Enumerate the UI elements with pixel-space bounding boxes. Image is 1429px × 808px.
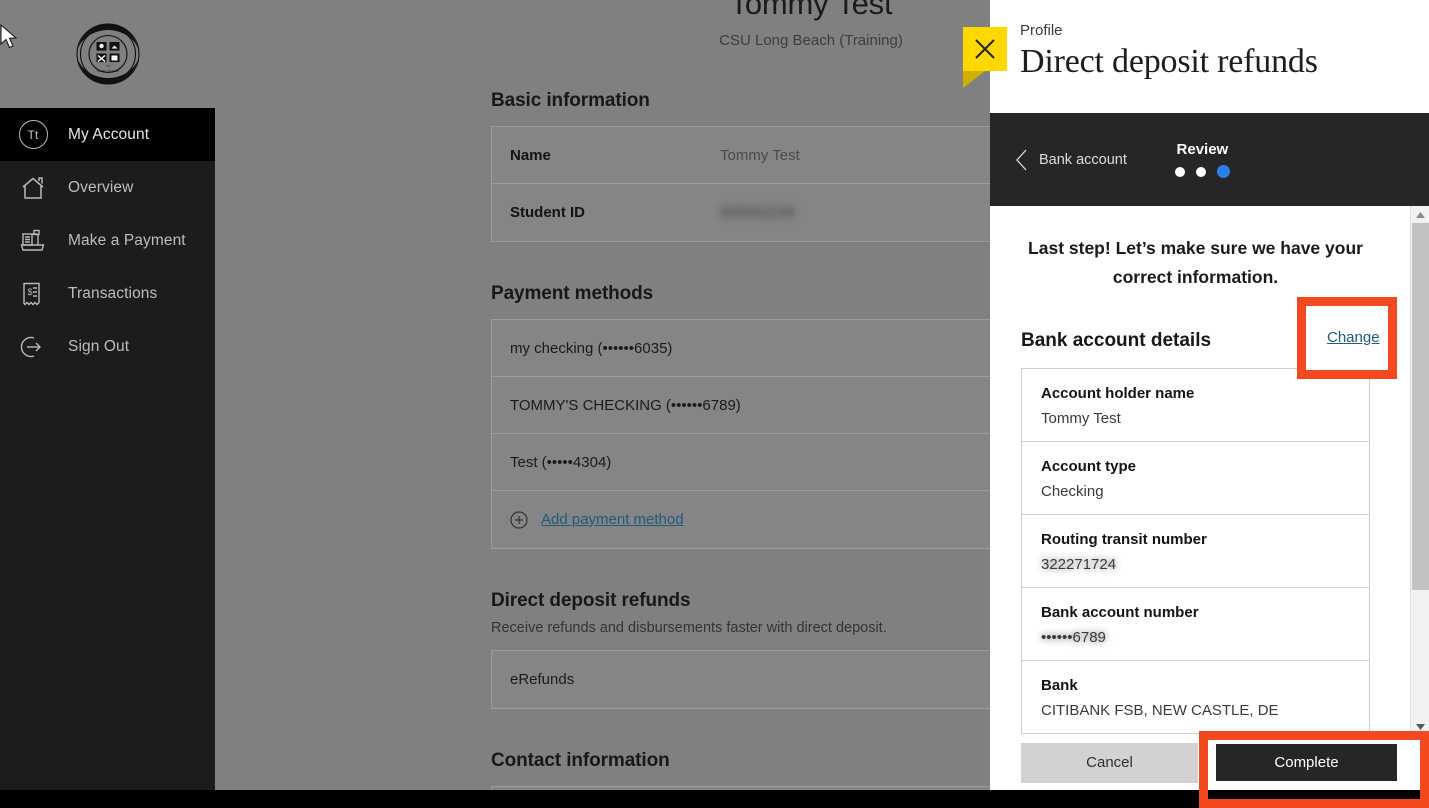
svg-text:LONG BEACH: LONG BEACH bbox=[97, 69, 119, 73]
detail-label: Bank bbox=[1041, 677, 1078, 695]
sidebar-item-label: Transactions bbox=[68, 284, 158, 302]
detail-label: Account type bbox=[1041, 458, 1137, 476]
payment-method-label: my checking (••••••6035) bbox=[510, 339, 673, 357]
step-dot-1[interactable] bbox=[1174, 166, 1185, 177]
row-label: Student ID bbox=[510, 204, 585, 221]
cancel-button[interactable]: Cancel bbox=[1021, 742, 1198, 783]
panel-scroll-area: Last step! Let’s make sure we have your … bbox=[990, 206, 1400, 735]
sidebar: LONG BEACH 1949 Tt My Account Overview M… bbox=[0, 0, 215, 790]
back-button-label: Bank account bbox=[1039, 151, 1127, 168]
row-value: 005562226 bbox=[720, 204, 796, 221]
detail-row-bank: Bank CITIBANK FSB, NEW CASTLE, DE bbox=[1022, 661, 1369, 733]
payment-method-label: Test (•••••4304) bbox=[510, 453, 612, 471]
back-to-bank-account-button[interactable]: Bank account bbox=[1015, 149, 1127, 171]
detail-value: CITIBANK FSB, NEW CASTLE, DE bbox=[1041, 702, 1279, 720]
detail-label: Routing transit number bbox=[1041, 531, 1207, 549]
university-logo: LONG BEACH 1949 bbox=[0, 0, 215, 108]
step-indicator: Review bbox=[1174, 140, 1230, 179]
detail-value: Tommy Test bbox=[1041, 410, 1121, 428]
detail-label: Account holder name bbox=[1041, 385, 1195, 403]
add-payment-method-link[interactable]: Add payment method bbox=[541, 511, 684, 528]
register-icon bbox=[17, 225, 49, 257]
receipt-icon: $ bbox=[17, 278, 49, 310]
sidebar-item-label: Overview bbox=[68, 178, 134, 196]
caret-down-icon[interactable] bbox=[1411, 718, 1429, 735]
detail-value: Checking bbox=[1041, 483, 1104, 501]
step-label: Review bbox=[1176, 140, 1229, 158]
plus-circle-icon bbox=[510, 510, 528, 529]
sidebar-item-my-account[interactable]: Tt My Account bbox=[0, 108, 215, 161]
sidebar-item-make-a-payment[interactable]: Make a Payment bbox=[0, 214, 215, 267]
row-value: Tommy Test bbox=[720, 146, 800, 164]
step-dots bbox=[1174, 165, 1230, 179]
detail-row-account-holder-name: Account holder name Tommy Test bbox=[1022, 369, 1369, 443]
app-root: LONG BEACH 1949 Tt My Account Overview M… bbox=[0, 0, 1429, 808]
sidebar-item-label: My Account bbox=[68, 125, 150, 143]
erefunds-label: eRefunds bbox=[510, 671, 575, 688]
sidebar-item-transactions[interactable]: $ Transactions bbox=[0, 267, 215, 320]
sidebar-item-label: Make a Payment bbox=[68, 231, 186, 249]
bottom-black-bar bbox=[0, 790, 1429, 808]
sidebar-item-sign-out[interactable]: Sign Out bbox=[0, 320, 215, 373]
direct-deposit-panel: Profile Direct deposit refunds Bank acco… bbox=[990, 0, 1429, 790]
svg-text:$: $ bbox=[28, 287, 33, 297]
detail-value: ••••••6789 bbox=[1041, 629, 1106, 647]
step-dot-2[interactable] bbox=[1195, 166, 1206, 177]
close-panel-button[interactable] bbox=[963, 27, 1007, 88]
csulb-seal-icon: LONG BEACH 1949 bbox=[65, 11, 151, 97]
row-label: Name bbox=[510, 146, 551, 164]
detail-row-bank-account-number: Bank account number ••••••6789 bbox=[1022, 588, 1369, 662]
detail-value: 322271724 bbox=[1041, 556, 1117, 574]
payment-method-label: TOMMY'S CHECKING (••••••6789) bbox=[510, 396, 741, 414]
step-dot-3-current[interactable] bbox=[1216, 165, 1230, 179]
bank-account-details-heading: Bank account details bbox=[1021, 330, 1212, 352]
sidebar-item-label: Sign Out bbox=[68, 337, 130, 355]
panel-header: Profile Direct deposit refunds bbox=[990, 0, 1429, 113]
panel-title: Direct deposit refunds bbox=[1020, 43, 1318, 80]
sign-out-icon bbox=[17, 331, 49, 363]
detail-row-account-type: Account type Checking bbox=[1022, 442, 1369, 516]
change-link-highlighted[interactable]: Change bbox=[1327, 329, 1380, 346]
complete-button-highlighted[interactable]: Complete bbox=[1216, 744, 1397, 781]
panel-lead-text: Last step! Let’s make sure we have your … bbox=[1028, 238, 1363, 288]
scrollbar-thumb[interactable] bbox=[1412, 223, 1429, 590]
panel-step-bar: Bank account Review bbox=[990, 113, 1429, 206]
svg-text:1949: 1949 bbox=[105, 65, 111, 68]
sidebar-item-overview[interactable]: Overview bbox=[0, 161, 215, 214]
panel-eyebrow: Profile bbox=[1020, 22, 1063, 39]
home-icon bbox=[17, 172, 49, 204]
detail-label: Bank account number bbox=[1041, 604, 1199, 622]
mouse-cursor bbox=[0, 23, 20, 57]
detail-row-routing-transit-number: Routing transit number 322271724 bbox=[1022, 515, 1369, 589]
bank-account-details-card: Account holder name Tommy Test Account t… bbox=[1021, 368, 1370, 735]
panel-body: Last step! Let’s make sure we have your … bbox=[990, 206, 1429, 735]
caret-up-icon[interactable] bbox=[1411, 206, 1429, 223]
panel-vertical-scrollbar[interactable] bbox=[1410, 206, 1429, 735]
close-icon bbox=[963, 27, 1007, 71]
avatar-initials: Tt bbox=[18, 120, 48, 149]
chevron-left-icon bbox=[1015, 149, 1028, 171]
avatar-icon: Tt bbox=[17, 119, 49, 151]
